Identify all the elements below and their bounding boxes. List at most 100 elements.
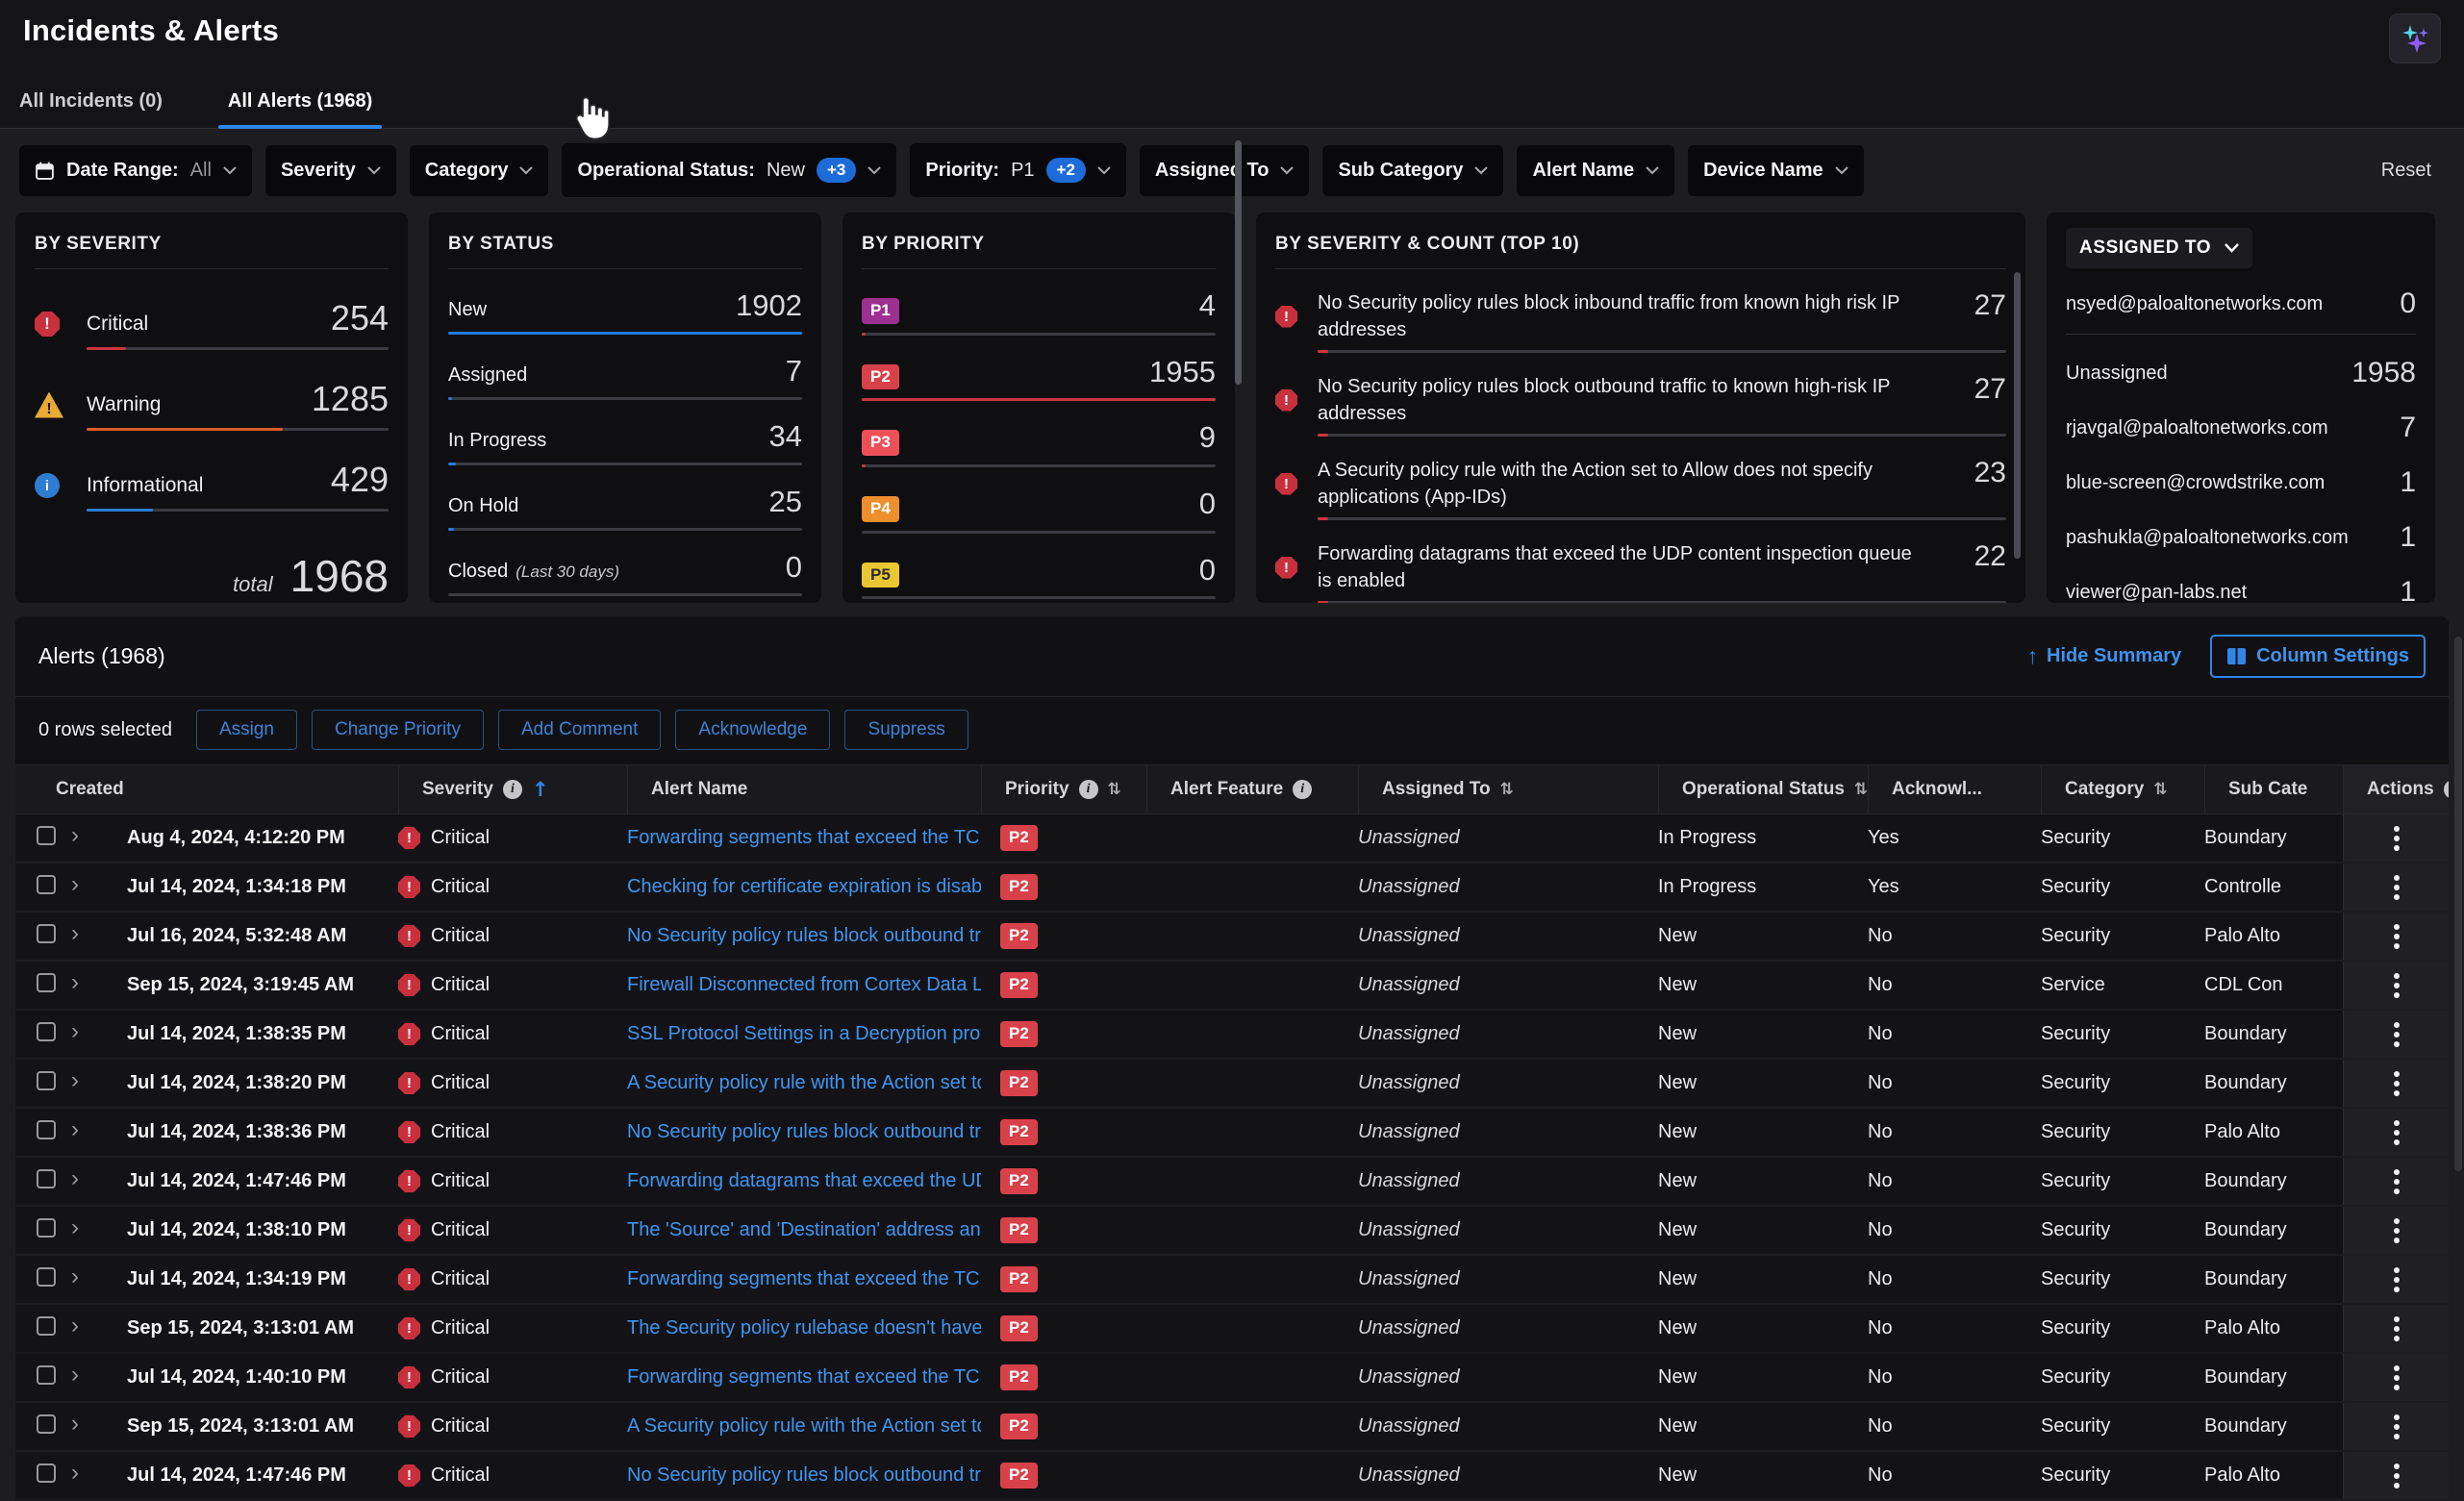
col-header-alert-feature[interactable]: Alert Feature i (1146, 765, 1358, 813)
row-actions-menu[interactable] (2388, 1016, 2405, 1053)
expand-row-icon[interactable]: › (71, 1316, 79, 1338)
row-checkbox[interactable] (37, 1267, 56, 1287)
expand-row-icon[interactable]: › (71, 1267, 79, 1288)
row-actions-menu[interactable] (2388, 918, 2405, 955)
row-actions-menu[interactable] (2388, 1163, 2405, 1200)
alert-row[interactable]: › Sep 15, 2024, 3:13:01 AM ! Critical A … (15, 1403, 2449, 1452)
alert-name-link[interactable]: Checking for certificate expiration is d… (627, 876, 981, 897)
col-header-severity[interactable]: Severity i ↑ (398, 765, 627, 813)
expand-row-icon[interactable]: › (71, 1218, 79, 1239)
alert-row[interactable]: › Jul 14, 2024, 1:40:10 PM ! Critical Fo… (15, 1354, 2449, 1403)
alert-name-link[interactable]: No Security policy rules block outbound … (627, 1121, 981, 1142)
assigned-to-dropdown[interactable]: ASSIGNED TO (2066, 228, 2252, 268)
col-header-category[interactable]: Category ⇅ (2041, 765, 2204, 813)
row-actions-menu[interactable] (2388, 1213, 2405, 1249)
row-actions-menu[interactable] (2388, 1360, 2405, 1396)
reset-filters-button[interactable]: Reset (2381, 160, 2445, 182)
row-checkbox[interactable] (37, 1316, 56, 1336)
expand-row-icon[interactable]: › (71, 1071, 79, 1092)
alert-name-link[interactable]: SSL Protocol Settings in a Decryption pr… (627, 1023, 981, 1044)
row-checkbox[interactable] (37, 1022, 56, 1041)
row-actions-menu[interactable] (2388, 869, 2405, 906)
filter-assigned-to[interactable]: Assigned To (1140, 145, 1310, 196)
row-checkbox[interactable] (37, 875, 56, 894)
row-actions-menu[interactable] (2388, 1409, 2405, 1445)
filter-category[interactable]: Category (410, 145, 549, 196)
expand-row-icon[interactable]: › (71, 875, 79, 896)
filter-severity[interactable]: Severity (265, 145, 396, 196)
tab-all-alerts[interactable]: All Alerts (1968) (222, 79, 378, 128)
alert-row[interactable]: › Jul 14, 2024, 1:38:10 PM ! Critical Th… (15, 1207, 2449, 1256)
alert-row[interactable]: › Jul 14, 2024, 1:38:20 PM ! Critical A … (15, 1060, 2449, 1109)
alert-row[interactable]: › Sep 15, 2024, 3:13:01 AM ! Critical Th… (15, 1305, 2449, 1354)
col-header-acknowledged[interactable]: Acknowl... (1868, 765, 2041, 813)
bulk-action-button[interactable]: Assign (196, 710, 297, 750)
row-checkbox[interactable] (37, 1463, 56, 1483)
row-checkbox[interactable] (37, 1365, 56, 1385)
alert-row[interactable]: › Jul 16, 2024, 5:32:48 AM ! Critical No… (15, 913, 2449, 962)
alert-name-link[interactable]: The 'Source' and 'Destination' address a… (627, 1219, 981, 1240)
alert-name-link[interactable]: Forwarding datagrams that exceed the UDP… (627, 1170, 981, 1191)
alert-name-link[interactable]: A Security policy rule with the Action s… (627, 1415, 981, 1437)
column-settings-button[interactable]: Column Settings (2210, 635, 2426, 678)
alert-row[interactable]: › Jul 14, 2024, 1:47:46 PM ! Critical No… (15, 1452, 2449, 1501)
filter-operational-status[interactable]: Operational Status: New +3 (562, 143, 896, 197)
row-checkbox[interactable] (37, 973, 56, 992)
filter-date-range[interactable]: Date Range: All (19, 145, 252, 196)
row-checkbox[interactable] (37, 1414, 56, 1434)
expand-row-icon[interactable]: › (71, 1414, 79, 1436)
alert-name-link[interactable]: Forwarding segments that exceed the TCP … (627, 1268, 981, 1289)
page-scrollbar[interactable] (2454, 637, 2462, 1171)
col-header-alert-name[interactable]: Alert Name (627, 765, 981, 813)
hide-summary-button[interactable]: ↑ Hide Summary (2027, 643, 2182, 669)
ai-assistant-button[interactable] (2389, 13, 2441, 63)
expand-row-icon[interactable]: › (71, 1169, 79, 1190)
row-actions-menu[interactable] (2388, 820, 2405, 857)
row-actions-menu[interactable] (2388, 1114, 2405, 1151)
col-header-operational-status[interactable]: Operational Status ⇅ (1658, 765, 1868, 813)
alert-row[interactable]: › Sep 15, 2024, 3:19:45 AM ! Critical Fi… (15, 962, 2449, 1011)
col-header-created[interactable]: Created (15, 765, 398, 813)
expand-row-icon[interactable]: › (71, 1365, 79, 1387)
row-actions-menu[interactable] (2388, 967, 2405, 1004)
row-checkbox[interactable] (37, 1071, 56, 1090)
expand-row-icon[interactable]: › (71, 924, 79, 945)
filter-sub-category[interactable]: Sub Category (1322, 145, 1503, 196)
bulk-action-button[interactable]: Add Comment (498, 710, 661, 750)
alert-name-link[interactable]: The Security policy rulebase doesn't hav… (627, 1317, 981, 1338)
alert-row[interactable]: › Jul 14, 2024, 1:47:46 PM ! Critical Fo… (15, 1158, 2449, 1207)
expand-row-icon[interactable]: › (71, 826, 79, 847)
expand-row-icon[interactable]: › (71, 1022, 79, 1043)
expand-row-icon[interactable]: › (71, 973, 79, 994)
row-actions-menu[interactable] (2388, 1311, 2405, 1347)
alert-name-link[interactable]: Forwarding segments that exceed the TCP … (627, 1366, 981, 1388)
expand-row-icon[interactable]: › (71, 1463, 79, 1485)
alert-row[interactable]: › Jul 14, 2024, 1:38:35 PM ! Critical SS… (15, 1011, 2449, 1060)
row-checkbox[interactable] (37, 1218, 56, 1238)
alert-row[interactable]: › Aug 4, 2024, 4:12:20 PM ! Critical For… (15, 814, 2449, 863)
filter-alert-name[interactable]: Alert Name (1517, 145, 1674, 196)
alert-row[interactable]: › Jul 14, 2024, 1:34:19 PM ! Critical Fo… (15, 1256, 2449, 1305)
row-checkbox[interactable] (37, 826, 56, 845)
bulk-action-button[interactable]: Acknowledge (675, 710, 830, 750)
expand-row-icon[interactable]: › (71, 1120, 79, 1141)
scrollbar[interactable] (1235, 140, 1242, 385)
alert-name-link[interactable]: No Security policy rules block outbound … (627, 925, 981, 946)
row-actions-menu[interactable] (2388, 1458, 2405, 1494)
row-checkbox[interactable] (37, 924, 56, 943)
row-checkbox[interactable] (37, 1169, 56, 1188)
filter-device-name[interactable]: Device Name (1688, 145, 1864, 196)
col-header-assigned-to[interactable]: Assigned To ⇅ (1358, 765, 1658, 813)
alert-name-link[interactable]: No Security policy rules block outbound … (627, 1464, 981, 1486)
col-header-priority[interactable]: Priority i ⇅ (981, 765, 1146, 813)
bulk-action-button[interactable]: Suppress (844, 710, 968, 750)
row-actions-menu[interactable] (2388, 1262, 2405, 1298)
row-checkbox[interactable] (37, 1120, 56, 1139)
alert-name-link[interactable]: Forwarding segments that exceed the TCP … (627, 827, 981, 848)
card-scrollbar[interactable] (2014, 272, 2021, 559)
alert-name-link[interactable]: Firewall Disconnected from Cortex Data L… (627, 974, 981, 995)
alert-row[interactable]: › Jul 14, 2024, 1:34:18 PM ! Critical Ch… (15, 863, 2449, 913)
alert-row[interactable]: › Jul 14, 2024, 1:38:36 PM ! Critical No… (15, 1109, 2449, 1158)
filter-priority[interactable]: Priority: P1 +2 (910, 143, 1126, 197)
bulk-action-button[interactable]: Change Priority (312, 710, 484, 750)
